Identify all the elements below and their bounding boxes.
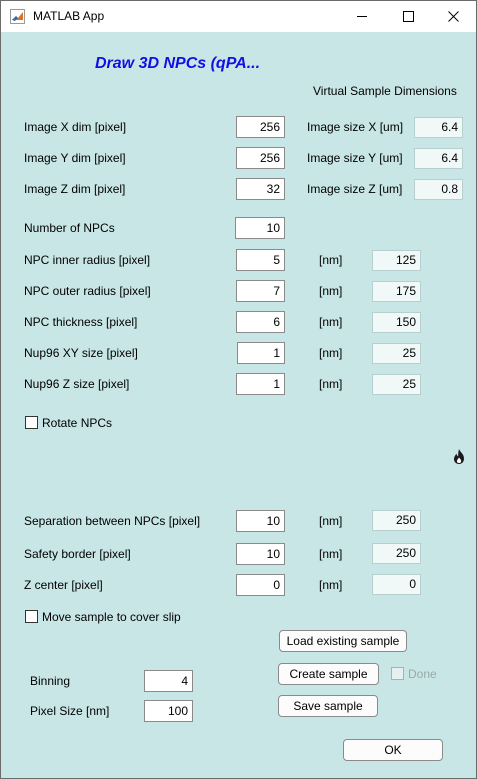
nup96-z-size-nm: 25: [372, 374, 421, 395]
minimize-icon: [356, 16, 367, 17]
image-size-z-label: Image size Z [um]: [307, 182, 403, 196]
npc-thickness-label: NPC thickness [pixel]: [24, 315, 138, 329]
z-center-nm: 0: [372, 574, 421, 595]
npc-outer-radius-input[interactable]: 7: [236, 280, 285, 302]
maximize-icon: [402, 11, 414, 22]
z-center-label: Z center [pixel]: [24, 578, 103, 592]
number-of-npcs-input[interactable]: 10: [235, 217, 285, 239]
safety-border-nm: 250: [372, 543, 421, 564]
move-sample-checkbox[interactable]: [25, 610, 38, 623]
app-window: MATLAB App Draw 3D NPCs (qPA... Virtual …: [0, 0, 477, 779]
npc-inner-radius-label: NPC inner radius [pixel]: [24, 253, 151, 267]
separation-input[interactable]: 10: [236, 510, 285, 532]
npc-outer-radius-label: NPC outer radius [pixel]: [24, 284, 151, 298]
pixel-size-input[interactable]: 100: [144, 700, 193, 722]
number-of-npcs-label: Number of NPCs: [24, 221, 115, 235]
npc-thickness-nm: 150: [372, 312, 421, 333]
npc-inner-radius-input[interactable]: 5: [236, 249, 285, 271]
nup96-xy-size-input[interactable]: 1: [237, 342, 285, 364]
nup96-xy-size-label: Nup96 XY size [pixel]: [24, 346, 138, 360]
create-sample-button[interactable]: Create sample: [278, 663, 379, 685]
safety-border-input[interactable]: 10: [236, 543, 285, 565]
load-existing-sample-button[interactable]: Load existing sample: [279, 630, 407, 652]
separation-label: Separation between NPCs [pixel]: [24, 514, 201, 528]
image-x-dim-input[interactable]: 256: [236, 116, 285, 138]
nup96-xy-size-unit: [nm]: [319, 346, 343, 360]
z-center-input[interactable]: 0: [236, 574, 285, 596]
flame-icon[interactable]: [451, 448, 467, 465]
image-x-dim-label: Image X dim [pixel]: [24, 120, 127, 134]
move-sample-label: Move sample to cover slip: [42, 610, 181, 624]
image-size-x-label: Image size X [um]: [307, 120, 404, 134]
image-size-z-value: 0.8: [414, 179, 463, 200]
minimize-button[interactable]: [339, 1, 385, 32]
image-z-dim-input[interactable]: 32: [236, 178, 285, 200]
image-y-dim-input[interactable]: 256: [236, 147, 285, 169]
npc-outer-radius-unit: [nm]: [319, 284, 343, 298]
npc-thickness-input[interactable]: 6: [236, 311, 285, 333]
title-bar: MATLAB App: [1, 1, 476, 32]
app-heading: Draw 3D NPCs (qPA...: [95, 55, 261, 72]
binning-input[interactable]: 4: [144, 670, 193, 692]
done-label: Done: [408, 667, 437, 681]
close-button[interactable]: [430, 1, 476, 32]
maximize-button[interactable]: [385, 1, 431, 32]
close-icon: [447, 11, 459, 22]
safety-border-label: Safety border [pixel]: [24, 547, 131, 561]
done-checkbox: [391, 667, 404, 680]
nup96-z-size-input[interactable]: 1: [236, 373, 285, 395]
npc-thickness-unit: [nm]: [319, 315, 343, 329]
rotate-npcs-label: Rotate NPCs: [42, 416, 113, 430]
pixel-size-label: Pixel Size [nm]: [30, 704, 110, 718]
matlab-icon: [10, 9, 25, 24]
nup96-z-size-unit: [nm]: [319, 377, 343, 391]
safety-border-unit: [nm]: [319, 547, 343, 561]
binning-label: Binning: [30, 674, 71, 688]
image-y-dim-label: Image Y dim [pixel]: [24, 151, 126, 165]
separation-unit: [nm]: [319, 514, 343, 528]
window-title: MATLAB App: [33, 9, 105, 23]
image-size-y-label: Image size Y [um]: [307, 151, 403, 165]
image-size-y-value: 6.4: [414, 148, 463, 169]
npc-inner-radius-nm: 125: [372, 250, 421, 271]
save-sample-button[interactable]: Save sample: [278, 695, 378, 717]
ok-button[interactable]: OK: [343, 739, 443, 761]
image-size-x-value: 6.4: [414, 117, 463, 138]
rotate-npcs-checkbox[interactable]: [25, 416, 38, 429]
image-z-dim-label: Image Z dim [pixel]: [24, 182, 126, 196]
npc-inner-radius-unit: [nm]: [319, 253, 343, 267]
virtual-sample-dimensions-label: Virtual Sample Dimensions: [313, 84, 457, 98]
separation-nm: 250: [372, 510, 421, 531]
nup96-z-size-label: Nup96 Z size [pixel]: [24, 377, 130, 391]
npc-outer-radius-nm: 175: [372, 281, 421, 302]
z-center-unit: [nm]: [319, 578, 343, 592]
nup96-xy-size-nm: 25: [372, 343, 421, 364]
